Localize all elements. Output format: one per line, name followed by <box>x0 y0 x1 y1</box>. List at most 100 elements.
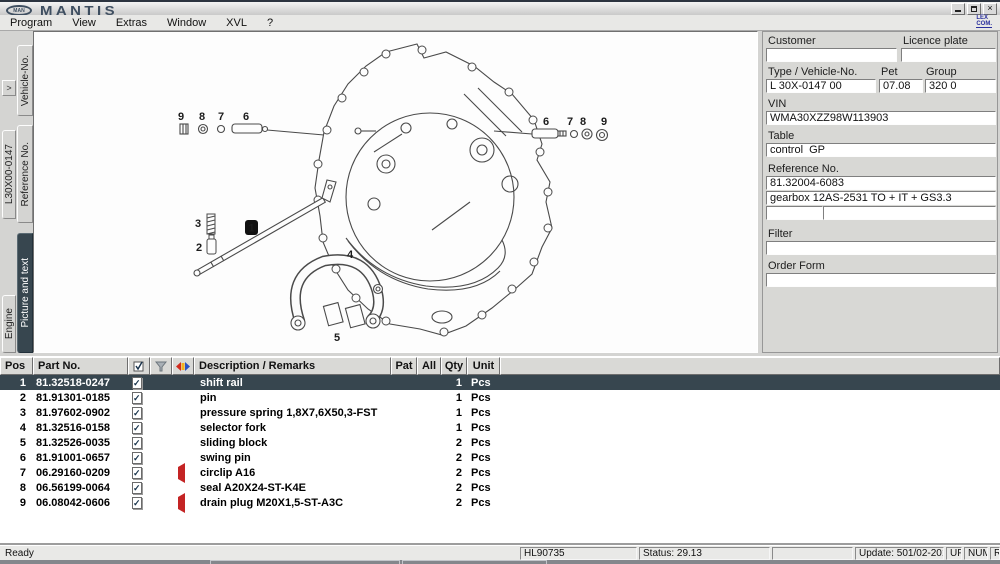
pet-label: Pet <box>881 66 898 78</box>
licence-plate-input[interactable] <box>901 48 996 62</box>
header-part-no[interactable]: Part No. <box>33 357 128 375</box>
reference-no-label: Reference No. <box>768 163 839 175</box>
cell-part-no: 81.32516-0158 <box>33 422 128 434</box>
reference-no-input[interactable] <box>766 176 996 190</box>
type-vehicle-label: Type / Vehicle-No. <box>768 66 857 78</box>
header-unit[interactable]: Unit <box>467 357 500 375</box>
tab-picture-and-text[interactable]: Picture and text <box>17 233 33 353</box>
cell-pos: 3 <box>0 407 33 419</box>
customer-input[interactable] <box>766 48 897 62</box>
lexcom-logo: LEXCOM. <box>976 15 992 28</box>
order-form-label: Order Form <box>768 260 825 272</box>
tab-engine[interactable]: Engine <box>2 295 16 353</box>
order-form-input[interactable] <box>766 273 996 287</box>
header-checkbox-column[interactable] <box>128 357 150 375</box>
tab-scroll-arrow[interactable]: > <box>2 80 16 96</box>
parts-table: Pos Part No. Description / Remarks Pat A… <box>0 356 1000 545</box>
reference-desc-input[interactable] <box>766 191 996 205</box>
header-description[interactable]: Description / Remarks <box>194 357 391 375</box>
pet-input[interactable] <box>879 79 923 93</box>
table-row[interactable]: 6 81.91001-0657 ✓ swing pin 2 Pcs <box>0 450 1000 465</box>
row-checkbox[interactable]: ✓ <box>132 482 142 494</box>
menu-xvl[interactable]: XVL <box>216 16 257 30</box>
tab-vehicle-project[interactable]: L30X00-0147 <box>2 130 16 219</box>
cell-unit: Pcs <box>467 377 500 389</box>
header-qty[interactable]: Qty <box>441 357 467 375</box>
cell-qty: 2 <box>441 437 467 449</box>
cell-part-no: 81.91001-0657 <box>33 452 128 464</box>
checkbox-header-icon <box>133 360 145 372</box>
cell-qty: 1 <box>441 407 467 419</box>
close-button[interactable]: × <box>983 3 997 15</box>
cell-part-no: 81.91301-0185 <box>33 392 128 404</box>
cell-part-no: 81.32518-0247 <box>33 377 128 389</box>
filter-label: Filter <box>768 228 792 240</box>
gearbox-housing <box>315 44 552 335</box>
table-row[interactable]: 1 81.32518-0247 ✓ shift rail 1 Pcs <box>0 375 1000 390</box>
group-input[interactable] <box>925 79 996 93</box>
cell-description: circlip A16 <box>194 467 391 479</box>
status-flag-num: NUM <box>964 547 988 560</box>
row-checkbox[interactable]: ✓ <box>132 497 142 509</box>
table-row[interactable]: 8 06.56199-0064 ✓ seal A20X24-ST-K4E 2 P… <box>0 480 1000 495</box>
status-bar: Ready HL90735 Status: 29.13 Update: 501/… <box>0 545 1000 560</box>
cell-qty: 2 <box>441 452 467 464</box>
row-checkbox[interactable]: ✓ <box>132 407 142 419</box>
svg-text:4: 4 <box>347 249 354 261</box>
svg-text:3: 3 <box>195 218 201 230</box>
exploded-diagram-svg: 1 9 8 7 6 6 7 8 9 3 2 4 5 <box>34 32 757 352</box>
table-row[interactable]: 9 06.08042-0606 ✓ drain plug M20X1,5-ST-… <box>0 495 1000 510</box>
svg-text:1: 1 <box>248 223 254 235</box>
cell-description: shift rail <box>194 377 391 389</box>
diagram-canvas[interactable]: 1 9 8 7 6 6 7 8 9 3 2 4 5 <box>33 31 758 353</box>
cell-pos: 2 <box>0 392 33 404</box>
reference-extra-input-1[interactable] <box>766 206 823 220</box>
header-filter-column[interactable] <box>150 357 172 375</box>
row-checkbox[interactable]: ✓ <box>132 452 142 464</box>
row-checkbox[interactable]: ✓ <box>132 467 142 479</box>
cell-part-no: 06.56199-0064 <box>33 482 128 494</box>
header-pat[interactable]: Pat <box>391 357 417 375</box>
cell-description: drain plug M20X1,5-ST-A3C <box>194 497 391 509</box>
row-checkbox[interactable]: ✓ <box>132 392 142 404</box>
row-checkbox[interactable]: ✓ <box>132 437 142 449</box>
menu-view[interactable]: View <box>62 16 106 30</box>
header-compare-column[interactable] <box>172 357 194 375</box>
cell-part-no: 06.29160-0209 <box>33 467 128 479</box>
cell-part-no: 06.08042-0606 <box>33 497 128 509</box>
vin-input[interactable] <box>766 111 996 125</box>
status-flag-rf: RF <box>990 547 1000 560</box>
title-bar: MAN MANTIS × <box>0 0 1000 15</box>
menu-help[interactable]: ? <box>257 16 283 30</box>
red-marker-icon <box>178 493 185 513</box>
restore-button[interactable] <box>967 3 981 15</box>
row-checkbox[interactable]: ✓ <box>132 422 142 434</box>
table-row[interactable]: 3 81.97602-0902 ✓ pressure spring 1,8X7,… <box>0 405 1000 420</box>
table-row[interactable]: 5 81.32526-0035 ✓ sliding block 2 Pcs <box>0 435 1000 450</box>
filter-input[interactable] <box>766 241 996 255</box>
table-row[interactable]: 4 81.32516-0158 ✓ selector fork 1 Pcs <box>0 420 1000 435</box>
menu-program[interactable]: Program <box>0 16 62 30</box>
cell-part-no: 81.97602-0902 <box>33 407 128 419</box>
status-code: HL90735 <box>520 547 637 560</box>
cell-qty: 1 <box>441 392 467 404</box>
type-vehicle-input[interactable] <box>766 79 876 93</box>
customer-label: Customer <box>768 35 816 47</box>
tab-reference-no[interactable]: Reference No. <box>17 125 33 223</box>
header-pos[interactable]: Pos <box>0 357 33 375</box>
header-all[interactable]: All <box>417 357 441 375</box>
svg-text:2: 2 <box>196 242 202 254</box>
status-value: Status: 29.13 <box>639 547 770 560</box>
row-checkbox[interactable]: ✓ <box>132 377 142 389</box>
table-row[interactable]: 2 81.91301-0185 ✓ pin 1 Pcs <box>0 390 1000 405</box>
cell-qty: 1 <box>441 422 467 434</box>
cell-description: pressure spring 1,8X7,6X50,3-FST <box>194 407 391 419</box>
svg-text:8: 8 <box>199 111 205 123</box>
reference-extra-input-2[interactable] <box>823 206 996 220</box>
minimize-button[interactable] <box>951 3 965 15</box>
tab-vehicle-no[interactable]: Vehicle-No. <box>17 45 33 116</box>
menu-extras[interactable]: Extras <box>106 16 157 30</box>
table-row[interactable]: 7 06.29160-0209 ✓ circlip A16 2 Pcs <box>0 465 1000 480</box>
menu-window[interactable]: Window <box>157 16 216 30</box>
table-input[interactable] <box>766 143 996 157</box>
